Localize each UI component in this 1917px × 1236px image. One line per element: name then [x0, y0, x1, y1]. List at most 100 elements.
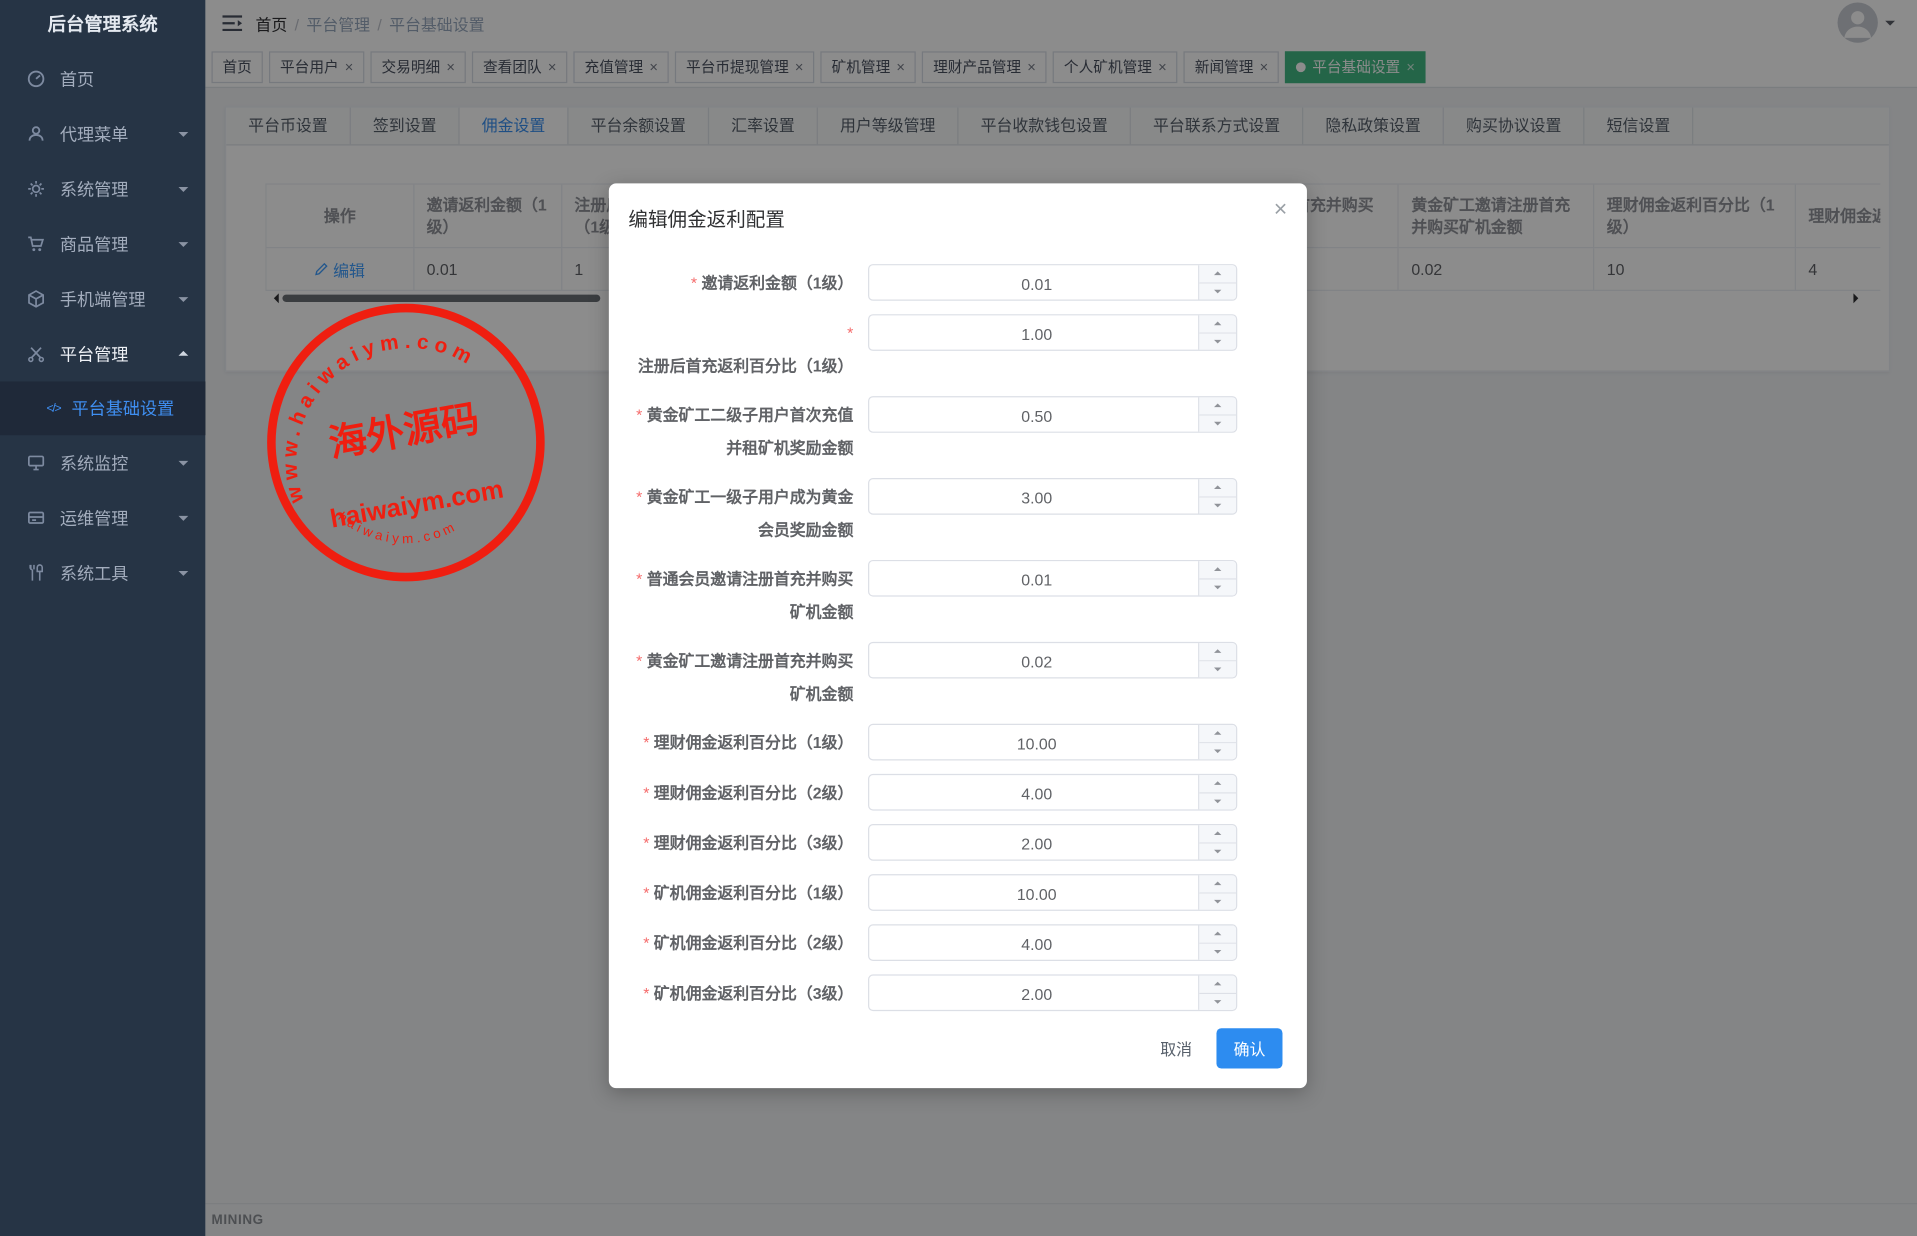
field-label: 理财佣金返利百分比（3级）	[628, 824, 868, 859]
increase-button[interactable]	[1199, 724, 1237, 743]
increase-button[interactable]	[1199, 975, 1237, 994]
dashboard-icon	[26, 69, 46, 89]
confirm-button[interactable]: 确认	[1216, 1028, 1283, 1069]
spinner-controls	[1198, 479, 1237, 514]
dialog-header: 编辑佣金返利配置 ×	[609, 183, 1307, 232]
number-input[interactable]	[868, 641, 1238, 680]
form-field-row: 黄金矿工邀请注册首充并购买矿机金额	[628, 641, 1282, 710]
field-input[interactable]	[869, 925, 1205, 963]
sidebar-item-system-tools[interactable]: 系统工具	[0, 545, 205, 600]
increase-button[interactable]	[1199, 825, 1237, 843]
chevron-down-icon	[178, 242, 189, 252]
chevron-down-icon	[178, 187, 189, 197]
user-icon	[26, 124, 46, 144]
edit-commission-dialog: 编辑佣金返利配置 × 邀请返利金额（1级） 注册后首充返利百分比（1级）	[608, 183, 1307, 1089]
dialog-title: 编辑佣金返利配置	[628, 210, 785, 232]
number-input[interactable]	[868, 478, 1238, 516]
increase-button[interactable]	[1199, 775, 1237, 793]
number-input[interactable]	[868, 396, 1238, 435]
increase-button[interactable]	[1199, 315, 1237, 334]
field-label: 理财佣金返利百分比（1级）	[628, 724, 868, 759]
sidebar-item-agent-menu[interactable]: 代理菜单	[0, 106, 205, 161]
server-icon	[26, 508, 46, 528]
number-input[interactable]	[868, 264, 1238, 302]
decrease-button[interactable]	[1199, 496, 1237, 514]
number-input[interactable]	[868, 723, 1238, 762]
number-input[interactable]	[868, 824, 1238, 862]
sidebar-item-mobile-mgmt[interactable]: 手机端管理	[0, 271, 205, 326]
number-input[interactable]	[868, 924, 1238, 963]
cart-icon	[26, 234, 46, 254]
form-field-row: 理财佣金返利百分比（2级）	[628, 773, 1282, 812]
sidebar-item-ops-mgmt[interactable]: 运维管理	[0, 490, 205, 545]
decrease-button[interactable]	[1199, 842, 1237, 860]
increase-button[interactable]	[1199, 265, 1237, 284]
spinner-controls	[1198, 265, 1237, 300]
decrease-button[interactable]	[1199, 993, 1237, 1010]
increase-button[interactable]	[1199, 875, 1237, 894]
field-label: 理财佣金返利百分比（2级）	[628, 774, 868, 809]
field-input[interactable]	[869, 825, 1205, 862]
form-field-row: 理财佣金返利百分比（1级）	[628, 723, 1282, 762]
field-input[interactable]	[869, 561, 1205, 598]
number-input[interactable]	[868, 314, 1238, 353]
spinner-controls	[1198, 875, 1237, 910]
form-field-row: 黄金矿工一级子用户成为黄金会员奖励金额	[628, 478, 1282, 546]
decrease-button[interactable]	[1199, 792, 1237, 810]
increase-button[interactable]	[1199, 397, 1237, 416]
decrease-button[interactable]	[1199, 333, 1237, 350]
field-input[interactable]	[869, 265, 1205, 302]
decrease-button[interactable]	[1199, 660, 1237, 678]
number-input[interactable]	[868, 874, 1238, 913]
close-icon[interactable]: ×	[1274, 198, 1288, 221]
field-label: 黄金矿工一级子用户成为黄金会员奖励金额	[628, 478, 868, 546]
spinner-controls	[1198, 825, 1237, 860]
decrease-button[interactable]	[1199, 893, 1237, 910]
form-field-row: 黄金矿工二级子用户首次充值并租矿机奖励金额	[628, 396, 1282, 464]
field-input[interactable]	[869, 875, 1205, 913]
number-input[interactable]	[868, 773, 1238, 812]
sidebar-item-home[interactable]: 首页	[0, 51, 205, 106]
field-input[interactable]	[869, 643, 1205, 680]
decrease-button[interactable]	[1199, 415, 1237, 432]
decrease-button[interactable]	[1199, 578, 1237, 596]
monitor-icon	[26, 453, 46, 473]
field-label: 矿机佣金返利百分比（2级）	[628, 924, 868, 959]
chevron-down-icon	[178, 460, 189, 471]
field-input[interactable]	[869, 975, 1205, 1013]
number-input[interactable]	[868, 974, 1238, 1013]
app-root: 后台管理系统 首页 代理菜单 系统管理 商品管理 手机端管理 平台管理 </> …	[0, 0, 1917, 1236]
gear-icon	[26, 179, 46, 199]
number-input[interactable]	[868, 559, 1238, 598]
spinner-controls	[1198, 925, 1237, 960]
field-input[interactable]	[869, 315, 1205, 353]
chevron-down-icon	[178, 515, 189, 526]
field-input[interactable]	[869, 724, 1205, 762]
spinner-controls	[1198, 561, 1237, 596]
spinner-controls	[1198, 315, 1237, 350]
increase-button[interactable]	[1199, 479, 1237, 497]
scissors-icon	[26, 344, 46, 364]
field-input[interactable]	[869, 397, 1205, 435]
decrease-button[interactable]	[1199, 943, 1237, 960]
sidebar-item-platform-mgmt[interactable]: 平台管理	[0, 326, 205, 381]
sidebar-item-product-mgmt[interactable]: 商品管理	[0, 216, 205, 271]
form-field-row: 注册后首充返利百分比（1级）	[628, 314, 1282, 382]
increase-button[interactable]	[1199, 925, 1237, 944]
field-input[interactable]	[869, 479, 1205, 516]
chevron-down-icon	[178, 297, 189, 307]
field-label: 矿机佣金返利百分比（1级）	[628, 874, 868, 909]
field-label: 邀请返利金额（1级）	[628, 264, 868, 299]
form-field-row: 邀请返利金额（1级）	[628, 264, 1282, 302]
sidebar-item-system-monitor[interactable]: 系统监控	[0, 435, 205, 490]
increase-button[interactable]	[1199, 561, 1237, 579]
cancel-button[interactable]: 取消	[1146, 1029, 1207, 1067]
app-title: 后台管理系统	[47, 14, 158, 36]
sidebar-item-platform-basic-settings[interactable]: </> 平台基础设置	[0, 381, 206, 436]
increase-button[interactable]	[1199, 643, 1237, 661]
decrease-button[interactable]	[1199, 742, 1237, 760]
dialog-footer: 取消 确认	[1146, 1028, 1283, 1069]
sidebar-item-system-mgmt[interactable]: 系统管理	[0, 161, 205, 216]
field-input[interactable]	[869, 775, 1205, 812]
decrease-button[interactable]	[1199, 283, 1237, 300]
